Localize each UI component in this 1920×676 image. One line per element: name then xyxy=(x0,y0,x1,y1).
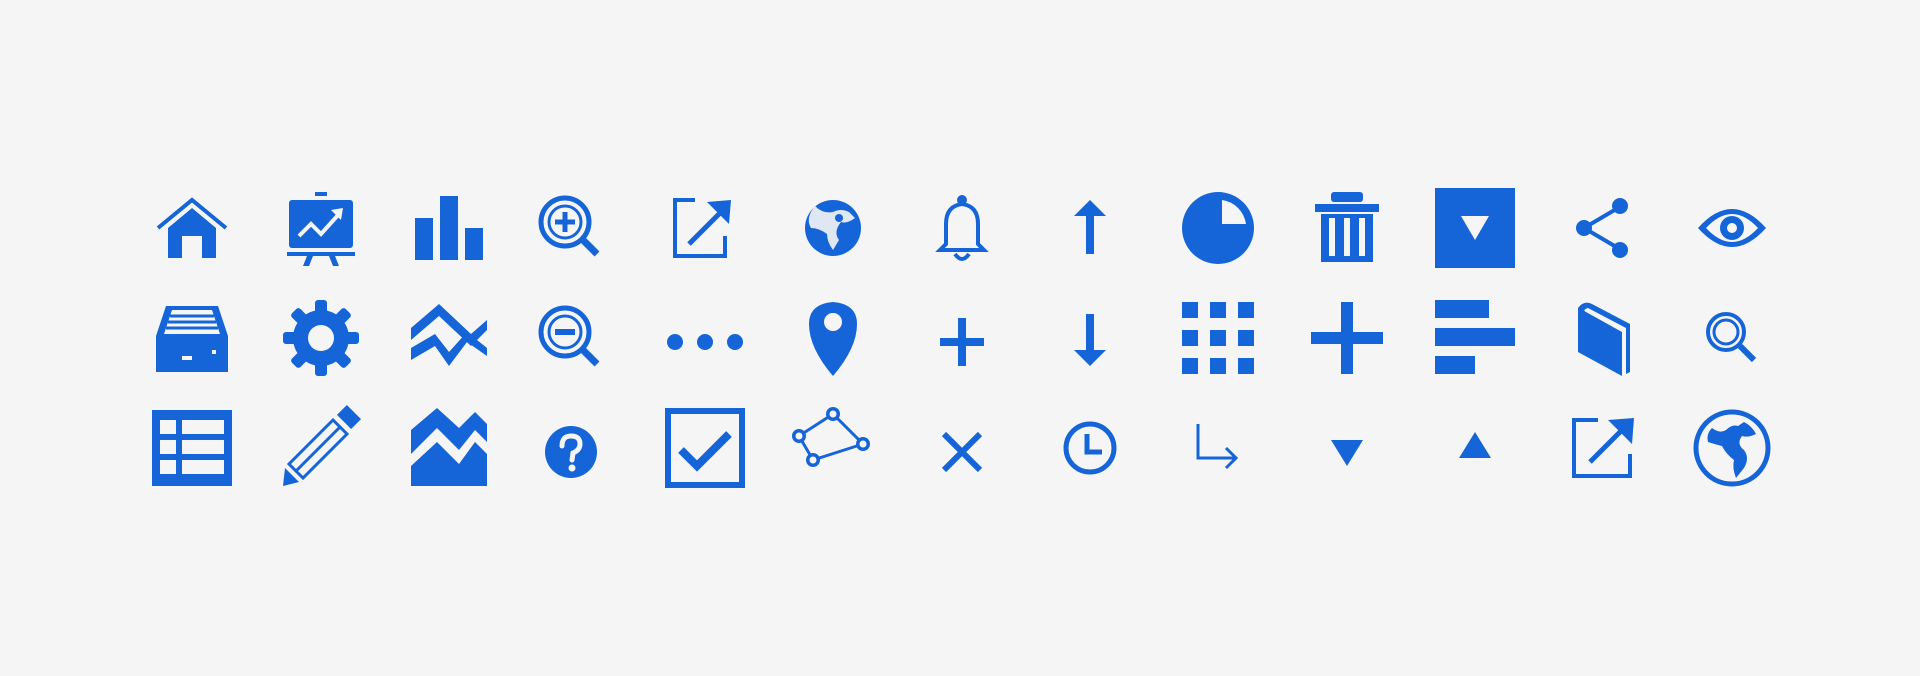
home-icon[interactable] xyxy=(142,178,242,278)
pencil-icon[interactable] xyxy=(271,398,371,498)
arrow-turn-down-right-icon[interactable] xyxy=(1168,398,1268,498)
help-circle-icon[interactable] xyxy=(521,398,621,498)
triangle-down-icon[interactable] xyxy=(1297,398,1397,498)
zoom-out-icon[interactable] xyxy=(521,288,621,388)
triangle-up-icon[interactable] xyxy=(1425,398,1525,498)
clock-icon[interactable] xyxy=(1040,398,1140,498)
align-left-icon[interactable] xyxy=(1425,288,1525,388)
stacked-area-chart-icon[interactable] xyxy=(399,398,499,498)
checkbox-checked-icon[interactable] xyxy=(655,398,755,498)
search-icon[interactable] xyxy=(1682,288,1782,388)
eye-icon[interactable] xyxy=(1682,178,1782,278)
share-icon[interactable] xyxy=(1554,178,1654,278)
bell-icon[interactable] xyxy=(912,178,1012,278)
arrow-down-icon[interactable] xyxy=(1040,288,1140,388)
map-pin-icon[interactable] xyxy=(783,288,883,388)
book-icon[interactable] xyxy=(1554,288,1654,388)
globe-outline-icon[interactable] xyxy=(1682,398,1782,498)
icon-sheet xyxy=(0,0,1920,676)
dropdown-box-icon[interactable] xyxy=(1425,178,1525,278)
presentation-chart-icon[interactable] xyxy=(271,178,371,278)
table-icon[interactable] xyxy=(142,398,242,498)
plus-large-icon[interactable] xyxy=(1297,288,1397,388)
grid-view-icon[interactable] xyxy=(1168,288,1268,388)
close-icon[interactable] xyxy=(912,398,1012,498)
more-horizontal-icon[interactable] xyxy=(655,288,755,388)
polygon-tool-icon[interactable] xyxy=(783,398,883,498)
inbox-tray-icon[interactable] xyxy=(142,288,242,388)
external-link-icon[interactable] xyxy=(655,178,755,278)
plus-small-icon[interactable] xyxy=(912,288,1012,388)
pie-chart-icon[interactable] xyxy=(1168,178,1268,278)
bar-chart-icon[interactable] xyxy=(399,178,499,278)
gear-icon[interactable] xyxy=(271,288,371,388)
arrow-up-icon[interactable] xyxy=(1040,178,1140,278)
zoom-in-icon[interactable] xyxy=(521,178,621,278)
trash-icon[interactable] xyxy=(1297,178,1397,278)
area-chart-icon[interactable] xyxy=(399,288,499,388)
globe-icon[interactable] xyxy=(783,178,883,278)
external-link-icon[interactable] xyxy=(1554,398,1654,498)
